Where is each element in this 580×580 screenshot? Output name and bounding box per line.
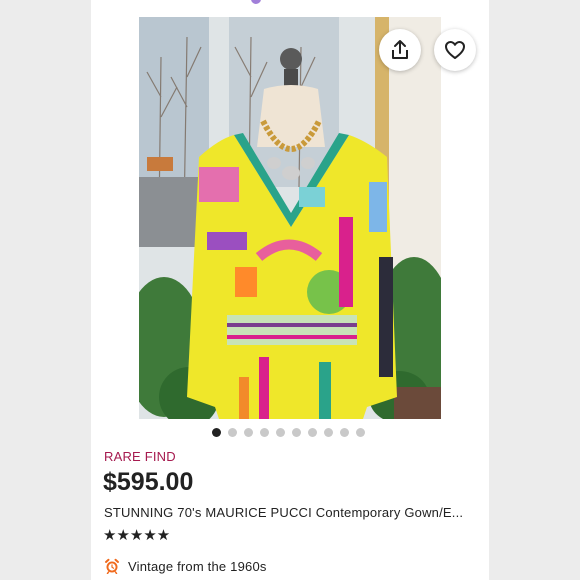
share-icon — [392, 40, 408, 59]
gallery-dot[interactable] — [228, 428, 237, 437]
heart-icon — [445, 41, 465, 59]
price: $595.00 — [103, 468, 194, 496]
gallery-dot[interactable] — [308, 428, 317, 437]
dress-image — [139, 17, 441, 419]
vintage-label: Vintage from the 1960s — [128, 558, 267, 574]
vintage-info: Vintage from the 1960s — [104, 558, 267, 574]
top-dot — [251, 0, 261, 4]
alarm-clock-icon — [105, 558, 119, 574]
product-photo[interactable] — [139, 17, 441, 419]
gallery-dot[interactable] — [260, 428, 269, 437]
gallery-dot[interactable] — [356, 428, 365, 437]
favorite-button[interactable] — [434, 29, 476, 71]
listing-title[interactable]: STUNNING 70's MAURICE PUCCI Contemporary… — [104, 505, 479, 520]
rating-stars[interactable]: ★★★★★ — [103, 527, 170, 545]
listing-card: RARE FIND $595.00 STUNNING 70's MAURICE … — [91, 0, 489, 580]
share-button[interactable] — [379, 29, 421, 71]
gallery-dot[interactable] — [340, 428, 349, 437]
gallery-pagination[interactable] — [212, 428, 365, 437]
gallery-dot[interactable] — [292, 428, 301, 437]
gallery-dot[interactable] — [244, 428, 253, 437]
gallery-dot[interactable] — [212, 428, 221, 437]
gallery-dot[interactable] — [276, 428, 285, 437]
top-strip — [91, 0, 489, 8]
rare-find-badge: RARE FIND — [104, 449, 176, 464]
gallery-dot[interactable] — [324, 428, 333, 437]
